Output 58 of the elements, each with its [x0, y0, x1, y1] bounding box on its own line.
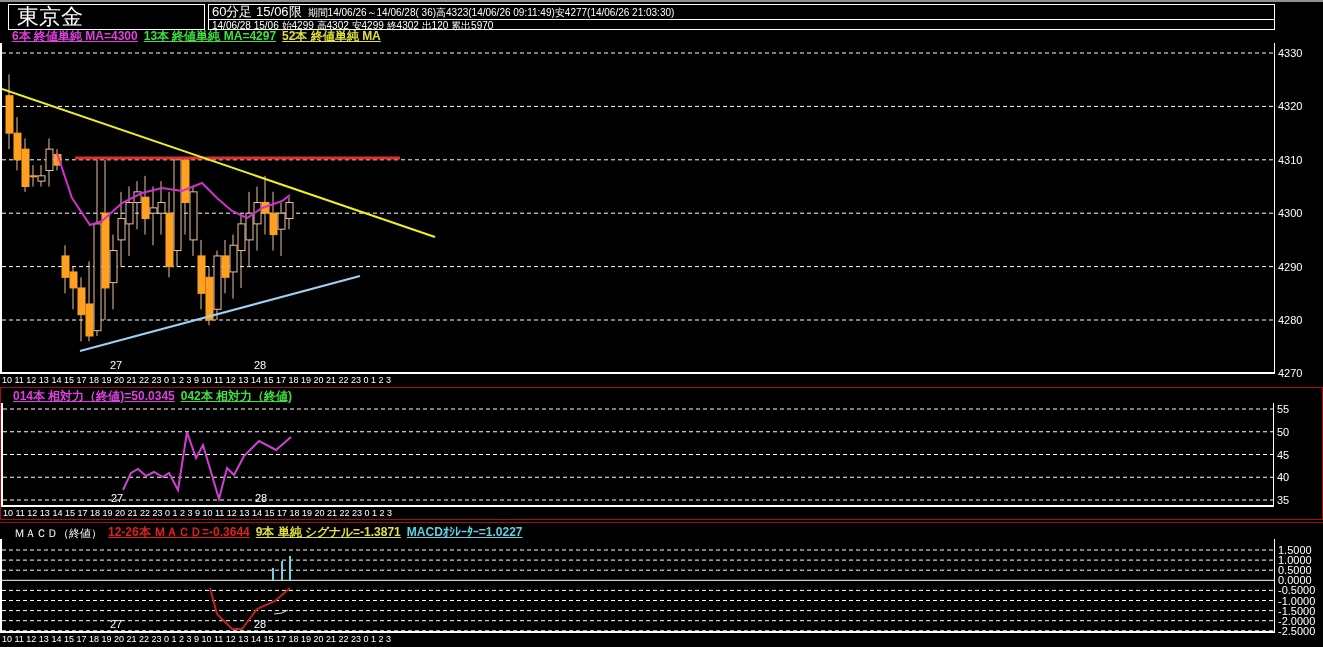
axis-label: 1.0000 [1278, 554, 1312, 567]
candlestick [189, 186, 198, 257]
day-label: 27 [110, 359, 123, 371]
candlestick [141, 175, 150, 236]
legend-label: 12-26本 ＭＡＣＤ=-0.3644 [108, 526, 250, 539]
contract-label: 60分足 15/06限 [212, 5, 302, 19]
candlestick [269, 191, 278, 252]
axis-label: 0.0000 [1278, 574, 1312, 587]
panel-title: ＭＡＣＤ（終値） [14, 527, 102, 539]
axis-label: 0.5000 [1278, 564, 1312, 577]
day-label: 28 [254, 359, 267, 371]
axis-label: 4310 [1278, 153, 1303, 166]
period-text: 期間14/06/26～14/06/28( 36)高4323(14/06/26 09:11:49)安4277(14/06/26 21:03:30) [307, 7, 675, 19]
candlestick [133, 180, 142, 230]
axis-label: 50 [1277, 425, 1290, 438]
candlestick [149, 186, 158, 246]
legend-label: 014本 相対力（終値)=50.0345 [13, 390, 175, 403]
axis-label: -0.5000 [1278, 584, 1316, 597]
axis-label: 4300 [1278, 207, 1303, 220]
hour-labels: 10 11 12 13 14 15 17 18 19 20 21 22 23 0 1 2 3 9 10 11 12 13 14 15 17 18 19 20 21 22 23 0 1 2 3 [1, 634, 391, 644]
axis-label: 4320 [1278, 100, 1303, 113]
axis-label: 4270 [1278, 367, 1303, 380]
candlestick [125, 186, 134, 257]
axis-label: -1.0000 [1278, 594, 1316, 607]
candlestick [261, 175, 270, 236]
candlestick [221, 239, 230, 294]
axis-label: -1.5000 [1278, 604, 1316, 617]
candlestick [213, 250, 222, 321]
hour-labels: 10 11 12 13 14 15 17 18 19 20 21 22 23 0 1 2 3 9 10 11 12 13 14 15 17 18 19 20 21 22 23 0 1 2 3 [1, 375, 391, 385]
legend-label: 13本 終値単純 MA=4297 [143, 30, 277, 43]
day-label: 27 [110, 618, 123, 630]
day-label: 27 [111, 492, 124, 504]
axis-label: -2.5000 [1278, 624, 1316, 637]
axis-label: 55 [1277, 403, 1290, 415]
axis-label: 4330 [1278, 47, 1303, 59]
axis-label: 40 [1277, 471, 1290, 484]
legend-label: 9本 単純 シグナル=-1.3871 [255, 526, 401, 539]
signal-line [273, 609, 289, 615]
legend-label: 6本 終値単純 MA=4300 [12, 30, 138, 43]
axis-label: 4290 [1278, 260, 1303, 273]
legend-label: 042本 相対力（終値) [180, 390, 293, 403]
hour-labels: 10 11 12 13 14 15 17 18 19 20 21 22 23 0 1 2 3 9 10 11 12 13 14 15 17 18 19 20 21 22 23 0 1 2 3 [2, 508, 392, 518]
candlestick [13, 116, 22, 171]
legend-label: 52本 終値単純 MA [282, 30, 381, 43]
axis-label: 45 [1277, 448, 1290, 461]
axis-label: 35 [1277, 494, 1290, 506]
axis-label: 1.5000 [1278, 544, 1312, 556]
axis-label: 4280 [1278, 314, 1303, 326]
candlestick [253, 186, 262, 252]
candlestick [61, 244, 70, 294]
histogram-drawing [272, 555, 291, 581]
axis-label: -2.0000 [1278, 614, 1316, 627]
symbol-title: 東京金 [17, 5, 83, 29]
candlestick [197, 239, 206, 310]
candlestick [229, 234, 238, 300]
day-label: 28 [254, 618, 267, 630]
legend-label: MACDｵｼﾚｰﾀｰ=1.0227 [406, 526, 523, 539]
day-label: 28 [255, 492, 268, 504]
